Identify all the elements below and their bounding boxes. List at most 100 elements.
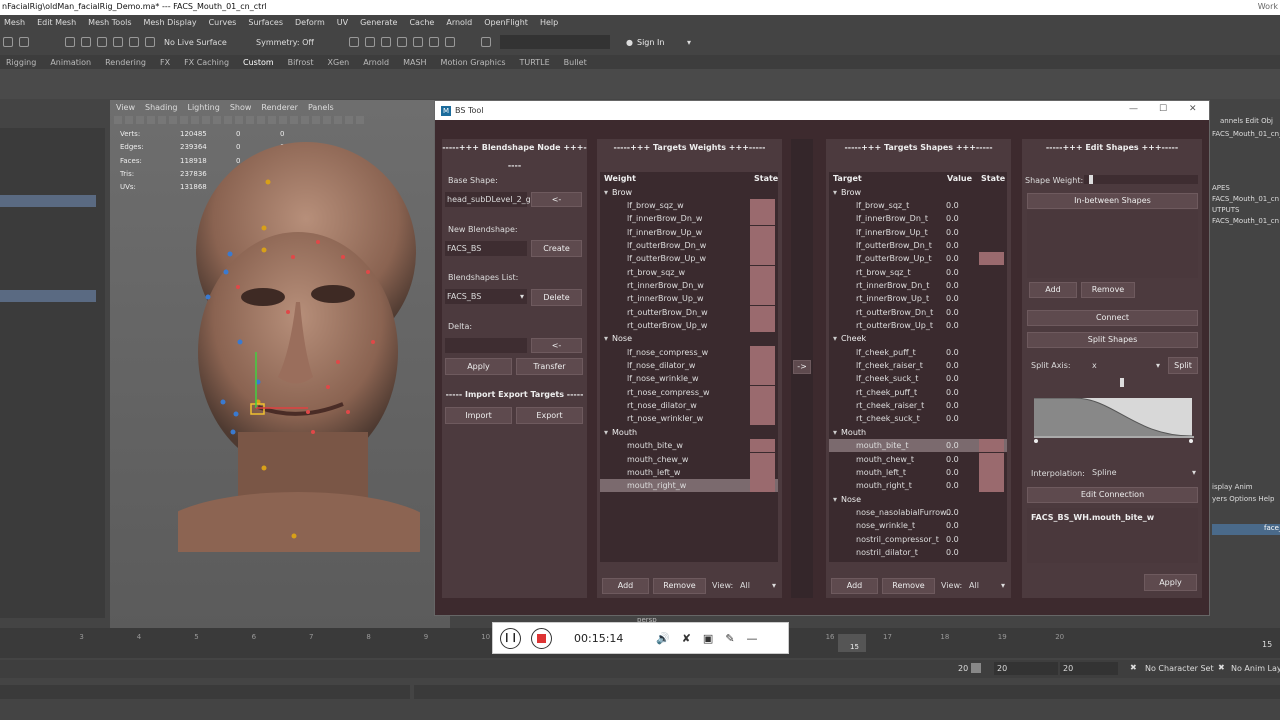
target-value[interactable]: 0.0	[946, 279, 959, 292]
live-surface-field[interactable]: No Live Surface	[164, 38, 244, 47]
viewport-menu-item[interactable]: Show	[230, 103, 252, 112]
view-dropdown[interactable]: All ▾	[967, 578, 1007, 594]
target-row[interactable]: rt_innerBrow_Dn_t 0.0	[829, 279, 1007, 292]
state-indicator[interactable]	[750, 412, 775, 426]
state-indicator[interactable]	[750, 225, 775, 239]
target-value[interactable]: 0.0	[946, 199, 959, 212]
state-indicator[interactable]	[750, 305, 775, 319]
delete-button[interactable]: Delete	[531, 289, 582, 306]
target-row[interactable]: lf_outterBrow_Up_t 0.0	[829, 252, 1007, 266]
slider-handle[interactable]	[1089, 175, 1093, 184]
state-indicator[interactable]	[750, 465, 775, 479]
character-set-icon[interactable]: ✖	[1130, 663, 1137, 672]
apply-button[interactable]: Apply	[445, 358, 512, 375]
channel-box-menu[interactable]: annels Edit Obj	[1220, 117, 1273, 125]
remove-inbetween-button[interactable]: Remove	[1081, 282, 1135, 298]
isolate-icon[interactable]	[312, 116, 320, 124]
outliner-selected-row[interactable]	[0, 290, 96, 302]
minimize-icon[interactable]: —	[747, 632, 758, 645]
playblast-icon[interactable]	[429, 37, 439, 47]
hypershade-icon[interactable]	[397, 37, 407, 47]
range-end-field[interactable]: 20	[994, 662, 1058, 675]
target-row[interactable]: mouth_left_t 0.0	[829, 465, 1007, 479]
target-row[interactable]: lf_brow_sqz_w	[600, 198, 778, 212]
target-value[interactable]: 0.0	[946, 212, 959, 225]
target-row[interactable]: rt_outterBrow_Dn_t 0.0	[829, 306, 1007, 319]
create-button[interactable]: Create	[531, 240, 582, 257]
expand-triangle-icon[interactable]: ▾	[833, 332, 837, 345]
target-row[interactable]: rt_outterBrow_Up_t 0.0	[829, 319, 1007, 332]
expand-triangle-icon[interactable]: ▾	[604, 332, 608, 345]
remove-shape-button[interactable]: Remove	[882, 578, 935, 594]
snap-grid-icon[interactable]	[65, 37, 75, 47]
pause-render-icon[interactable]	[445, 37, 455, 47]
target-row[interactable]: mouth_chew_t 0.0	[829, 452, 1007, 466]
state-indicator[interactable]	[750, 278, 775, 292]
anim-layer-field[interactable]: No Anim Layer	[1231, 664, 1280, 673]
target-value[interactable]: 0.0	[946, 412, 959, 425]
menu-item[interactable]: Help	[540, 18, 558, 27]
film-gate-icon[interactable]	[158, 116, 166, 124]
arnold-render-icon[interactable]	[413, 37, 423, 47]
state-indicator[interactable]	[750, 372, 775, 386]
render-icon[interactable]	[349, 37, 359, 47]
tree-group-row[interactable]: ▾ Brow	[600, 186, 778, 199]
target-row[interactable]: mouth_right_t 0.0	[829, 479, 1007, 493]
delta-field[interactable]	[445, 338, 527, 353]
connect-button[interactable]: Connect	[1027, 310, 1198, 326]
target-value[interactable]: 0.0	[946, 453, 959, 466]
safe-action-icon[interactable]	[202, 116, 210, 124]
target-row[interactable]: rt_nose_dilator_w	[600, 399, 778, 413]
aa-icon[interactable]	[301, 116, 309, 124]
target-value[interactable]: 0.0	[946, 399, 959, 412]
split-axis-dropdown[interactable]: x ▾	[1090, 358, 1162, 373]
target-row[interactable]: lf_nose_dilator_w	[600, 359, 778, 373]
playback-end-field[interactable]: 20	[1060, 662, 1118, 675]
state-indicator[interactable]	[979, 452, 1004, 466]
state-indicator[interactable]	[750, 292, 775, 306]
workspace-label[interactable]: Work	[1258, 2, 1278, 11]
expand-triangle-icon[interactable]: ▾	[833, 426, 837, 439]
channel-box-output-node[interactable]: FACS_Mouth_01_cn	[1212, 217, 1279, 225]
snap-surface-icon[interactable]	[129, 37, 139, 47]
load-delta-button[interactable]: <-	[531, 338, 582, 353]
target-value[interactable]: 0.0	[946, 519, 959, 532]
move-tool-icon[interactable]	[19, 37, 29, 47]
state-indicator[interactable]	[979, 465, 1004, 479]
mic-muted-icon[interactable]: ✘	[682, 632, 691, 645]
new-blendshape-field[interactable]: FACS_BS	[445, 241, 527, 256]
resolution-gate-icon[interactable]	[169, 116, 177, 124]
target-row[interactable]: lf_innerBrow_Dn_w	[600, 212, 778, 226]
split-shapes-button[interactable]: Split Shapes	[1027, 332, 1198, 348]
range-end-inner[interactable]: 20	[958, 664, 968, 673]
target-row[interactable]: nostril_dilator_t 0.0	[829, 546, 1007, 559]
target-value[interactable]: 0.0	[946, 252, 959, 265]
shelf-tab[interactable]: FX Caching	[184, 58, 229, 67]
range-handle[interactable]	[971, 663, 981, 673]
symmetry-field[interactable]: Symmetry: Off	[256, 38, 326, 47]
snap-point-icon[interactable]	[97, 37, 107, 47]
target-row[interactable]: lf_outterBrow_Dn_t 0.0	[829, 239, 1007, 252]
edit-connection-button[interactable]: Edit Connection	[1027, 487, 1198, 503]
target-row[interactable]: rt_cheek_suck_t 0.0	[829, 412, 1007, 425]
maximize-icon[interactable]: ☐	[1159, 104, 1167, 114]
blendshapes-list-dropdown[interactable]: FACS_BS ▾	[445, 289, 527, 304]
minimize-icon[interactable]: —	[1129, 104, 1138, 114]
snap-curve-icon[interactable]	[81, 37, 91, 47]
target-row[interactable]: lf_innerBrow_Dn_t 0.0	[829, 212, 1007, 225]
target-row[interactable]: rt_innerBrow_Dn_w	[600, 278, 778, 292]
base-shape-field[interactable]: head_subDLevel_2_geo	[445, 192, 541, 207]
inbetween-shapes-button[interactable]: In-between Shapes	[1027, 193, 1198, 209]
state-indicator[interactable]	[750, 238, 775, 252]
anim-layer-icon[interactable]: ✖	[1218, 663, 1225, 672]
target-value[interactable]: 0.0	[946, 533, 959, 546]
state-indicator[interactable]	[750, 198, 775, 212]
gamma-icon[interactable]	[356, 116, 364, 124]
target-row[interactable]: lf_cheek_suck_t 0.0	[829, 372, 1007, 385]
target-row[interactable]: rt_brow_sqz_t 0.0	[829, 266, 1007, 279]
wireframe-icon[interactable]	[224, 116, 232, 124]
target-row[interactable]: rt_outterBrow_Up_w	[600, 319, 778, 332]
target-value[interactable]: 0.0	[946, 359, 959, 372]
target-row[interactable]: lf_brow_sqz_t 0.0	[829, 199, 1007, 212]
target-row[interactable]: lf_innerBrow_Up_t 0.0	[829, 226, 1007, 239]
